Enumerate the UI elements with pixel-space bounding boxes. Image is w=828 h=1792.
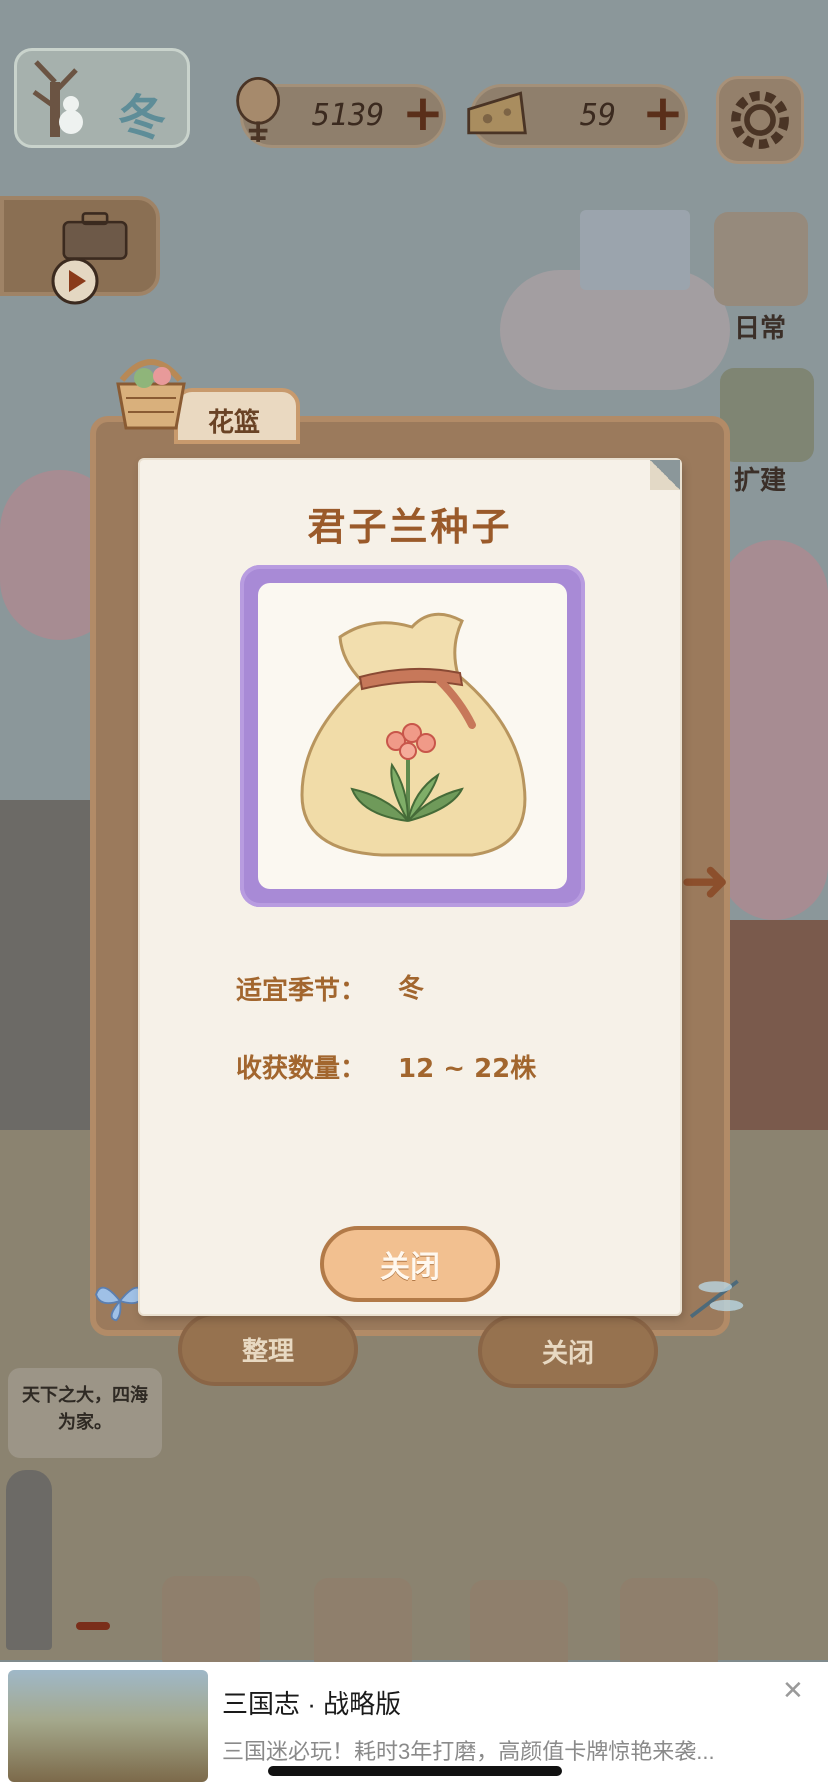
tab-market-stall[interactable] <box>314 1578 412 1674</box>
dragonfly-icon <box>689 1279 744 1319</box>
organize-button[interactable]: 整理 <box>178 1312 358 1386</box>
daily-tasks-button[interactable] <box>714 212 808 306</box>
daily-label: 日常 <box>734 314 787 344</box>
item-title: 君子兰种子 <box>307 505 513 549</box>
background-castle <box>580 210 690 290</box>
season-info-value: 冬 <box>398 974 425 1004</box>
add-fish-button[interactable]: + <box>402 88 444 138</box>
tab-window-view[interactable] <box>162 1576 260 1672</box>
tab-trophy[interactable] <box>620 1578 718 1674</box>
play-icon <box>51 257 99 305</box>
ad-close-icon[interactable]: ✕ <box>782 1676 804 1706</box>
fish-count: 5139 <box>312 98 385 133</box>
season-info-label: 适宜季节： <box>236 976 367 1006</box>
ad-thumbnail[interactable] <box>8 1670 208 1782</box>
next-page-arrow[interactable]: ➜ <box>680 846 730 916</box>
seed-bag-icon <box>300 612 527 857</box>
npc-speech-bubble: 天下之大，四海为家。 <box>8 1368 162 1458</box>
background-tree-right <box>720 540 828 920</box>
item-image-frame <box>240 565 585 907</box>
home-indicator[interactable] <box>268 1766 562 1776</box>
season-label: 冬 <box>118 90 167 146</box>
harvest-info-value: 12 ~ 22株 <box>398 1054 537 1084</box>
snow-tree-icon <box>32 60 83 137</box>
menu-toggle-dash[interactable] <box>76 1622 110 1630</box>
expand-label: 扩建 <box>734 466 787 496</box>
npc-character[interactable] <box>6 1470 52 1650</box>
background-building-right <box>730 920 828 1140</box>
gear-icon <box>731 91 789 149</box>
basket-tab-label: 花篮 <box>208 408 261 438</box>
paper-folded-corner <box>650 460 680 490</box>
basket-icon <box>116 359 186 430</box>
harvest-info-label: 收获数量： <box>236 1054 367 1084</box>
background-building-left <box>0 800 90 1130</box>
window-close-button[interactable]: 关闭 <box>478 1314 658 1388</box>
add-cheese-button[interactable]: + <box>642 88 684 138</box>
ad-description[interactable]: 三国迷必玩！耗时3年打磨，高颜值卡牌惊艳来袭... <box>222 1734 715 1766</box>
fish-bone-icon <box>236 76 281 142</box>
card-close-button[interactable]: 关闭 <box>320 1226 500 1302</box>
ad-title[interactable]: 三国志 · 战略版 <box>222 1684 401 1721</box>
cheese-count: 59 <box>580 98 617 133</box>
bag-icon <box>62 212 128 260</box>
settings-button[interactable] <box>716 76 804 164</box>
expand-button[interactable] <box>720 368 814 462</box>
cheese-icon <box>467 91 527 135</box>
